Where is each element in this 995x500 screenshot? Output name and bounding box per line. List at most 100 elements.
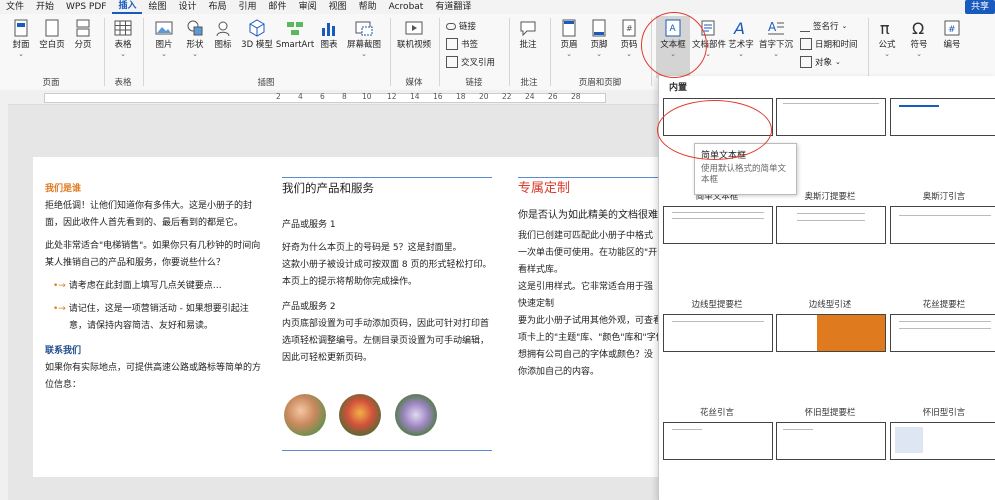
- paragraph-line: 这款小册子被设计成可按双面 8 页的形式轻松打印。: [282, 260, 492, 270]
- gallery-item-austin-quote-2[interactable]: [890, 206, 995, 244]
- group-illustrations-label: 插图: [257, 78, 275, 88]
- menu-youdao[interactable]: 有道翻译: [429, 0, 477, 14]
- gallery-item-simple-text-box-2[interactable]: [663, 206, 773, 244]
- ruler-number: 12: [387, 92, 397, 101]
- menu-insert[interactable]: 插入: [112, 0, 143, 14]
- menu-home[interactable]: 开始: [30, 0, 60, 14]
- column-custom: 专属定制 你是否认为如此精美的文档很难设 我们已创建可匹配此小册子中格式 一次单…: [518, 177, 658, 381]
- ruler-number: 4: [298, 92, 303, 101]
- menu-file[interactable]: 文件: [0, 0, 30, 14]
- gallery-item-sideline-sidebar[interactable]: [663, 314, 773, 352]
- group-media-label: 媒体: [405, 78, 423, 88]
- group-header-footer: 页眉和页脚: [550, 14, 650, 90]
- ruler-number: 26: [548, 92, 558, 101]
- group-links-label: 链接: [465, 78, 483, 88]
- flower-photo[interactable]: [339, 394, 381, 436]
- group-pages: 页面: [0, 14, 102, 90]
- gallery-item-filigree-quote[interactable]: [663, 422, 773, 460]
- ruler-strip: [44, 93, 606, 103]
- paragraph-line: 如果你有实际地点，可提供高速公路或路标等简单的方: [45, 363, 262, 373]
- gallery-label: 边线型引述: [808, 300, 852, 310]
- menu-draw[interactable]: 绘图: [142, 0, 172, 14]
- bullet-item: •→ 请考虑在此封面上填写几点关键要点…: [45, 278, 270, 295]
- ruler-number: 24: [525, 92, 535, 101]
- gallery-section-title: 内置: [669, 83, 688, 93]
- share-label: 共享: [970, 2, 989, 12]
- gallery-item-austin-sidebar-2[interactable]: [776, 206, 886, 244]
- heading-custom: 专属定制: [518, 181, 571, 196]
- group-illustrations: 插图: [143, 14, 389, 90]
- subheading-product-2: 产品或服务 2: [282, 302, 336, 312]
- menu-view[interactable]: 视图: [323, 0, 353, 14]
- paragraph-line: 一次单击便可使用。在功能区的"开: [518, 248, 658, 258]
- gallery-item-retro-sidebar[interactable]: [776, 422, 886, 460]
- group-header-footer-label: 页眉和页脚: [578, 78, 622, 88]
- document-page[interactable]: 我们是谁 拒绝低调！让他们知道你有多伟大。这是小册子的封 面，因此收件人首先看到…: [33, 157, 658, 477]
- thumb-line: [672, 218, 764, 219]
- menu-layout[interactable]: 布局: [203, 0, 233, 14]
- menu-mailings[interactable]: 邮件: [263, 0, 293, 14]
- thumb-line: [899, 321, 991, 322]
- menu-acrobat[interactable]: Acrobat: [383, 0, 430, 14]
- gallery-label: 花丝提要栏: [922, 300, 966, 310]
- vertical-ruler[interactable]: [0, 104, 8, 500]
- ruler-number: 18: [456, 92, 466, 101]
- ruler-number: 2: [276, 92, 281, 101]
- subheading-custom: 你是否认为如此精美的文档很难设: [518, 210, 658, 221]
- flower-photo[interactable]: [284, 394, 326, 436]
- ruler-number: 20: [479, 92, 489, 101]
- gallery-item-filigree-sidebar[interactable]: [890, 314, 995, 352]
- thumb-accent: [895, 427, 923, 453]
- menu-help[interactable]: 帮助: [353, 0, 383, 14]
- menu-bar: 文件 开始 WPS PDF 插入 绘图 设计 布局 引用 邮件 审阅 视图 帮助…: [0, 0, 995, 14]
- ruler-number: 10: [362, 92, 372, 101]
- flower-photo[interactable]: [395, 394, 437, 436]
- paragraph-line: 面，因此收件人首先看到的、最后看到的都是它。: [45, 218, 244, 228]
- share-button[interactable]: 共享: [964, 0, 995, 14]
- gallery-label: 花丝引言: [699, 408, 734, 418]
- column-who-we-are: 我们是谁 拒绝低调！让他们知道你有多伟大。这是小册子的封 面，因此收件人首先看到…: [45, 181, 270, 394]
- group-comment: 批注: [509, 14, 549, 90]
- bullet-text: 请记住，这是一项营销活动 - 如果想要引起注: [68, 304, 249, 314]
- bullet-arrow-icon: •→: [53, 281, 69, 291]
- ruler-number: 16: [433, 92, 443, 101]
- tooltip-description: 使用默认格式的简单文本框: [701, 164, 787, 185]
- gallery-item-retro-quote[interactable]: [890, 422, 995, 460]
- menu-references[interactable]: 引用: [233, 0, 263, 14]
- ruler-number: 14: [410, 92, 420, 101]
- horizontal-ruler[interactable]: 2 4 6 8 10 12 14 16 18 20 22 24 26 28: [0, 90, 660, 105]
- paragraph-line: 看样式库。: [518, 265, 564, 275]
- ruler-number: 8: [342, 92, 347, 101]
- thumb-line: [783, 429, 813, 430]
- ruler-number: 6: [320, 92, 325, 101]
- group-links: 链接: [439, 14, 509, 90]
- gallery-label: 奥斯汀引言: [922, 192, 966, 202]
- thumb-line: [672, 212, 764, 213]
- gallery-item-sideline-quote[interactable]: [776, 314, 886, 352]
- divider: [282, 177, 492, 178]
- gallery-item-austin-sidebar[interactable]: [776, 98, 886, 136]
- menu-review[interactable]: 审阅: [293, 0, 323, 14]
- paragraph-line: 选项轻松调整编号。左侧目录页设置为可手动编辑，: [282, 336, 490, 346]
- bullet-text: 请考虑在此封面上填写几点关键要点…: [68, 281, 222, 291]
- menu-wps-pdf[interactable]: WPS PDF: [60, 0, 112, 14]
- paragraph-line: 意，请保持内容简洁、友好和易读。: [69, 321, 214, 331]
- paragraph-line: 这是引用样式。它非常适合用于强: [518, 282, 654, 292]
- gallery-item-austin-quote[interactable]: [890, 98, 995, 136]
- thumb-line: [797, 213, 865, 214]
- thumb-line: [797, 220, 865, 221]
- gallery-label: 怀旧型引言: [922, 408, 966, 418]
- paragraph-line: 因此可轻松更新页码。: [282, 353, 373, 363]
- heading-products-services: 我们的产品和服务: [282, 181, 374, 195]
- gallery-label: 边线型提要栏: [691, 300, 743, 310]
- bullet-arrow-icon: •→: [53, 304, 69, 314]
- column-products: 我们的产品和服务 产品或服务 1 好奇为什么本页上的号码是 5？这是封面里。 这…: [282, 177, 497, 367]
- group-pages-label: 页面: [42, 78, 60, 88]
- paragraph-line: 想拥有公司自己的字体或颜色？没: [518, 350, 654, 360]
- menu-design[interactable]: 设计: [173, 0, 203, 14]
- heading-who-we-are: 我们是谁: [45, 184, 82, 194]
- group-media: 媒体: [390, 14, 438, 90]
- paragraph-line: 内页底部设置为可手动添加页码，因此可针对打印首: [282, 319, 490, 329]
- divider: [518, 177, 658, 178]
- paragraph-line: 我们已创建可匹配此小册子中格式: [518, 231, 654, 241]
